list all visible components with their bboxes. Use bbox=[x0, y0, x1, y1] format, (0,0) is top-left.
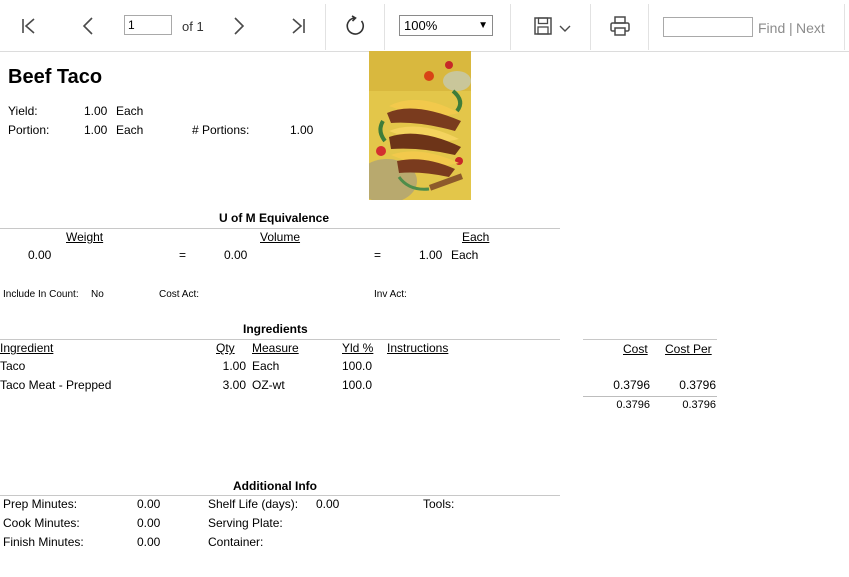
container-label: Container: bbox=[208, 535, 264, 549]
total-rule bbox=[583, 396, 717, 397]
report-toolbar: of 1 100% ▼ bbox=[0, 0, 849, 52]
page-number-input[interactable] bbox=[124, 15, 172, 35]
finish-minutes-label: Finish Minutes: bbox=[3, 535, 84, 549]
toolbar-divider bbox=[648, 4, 649, 50]
ingredient-yld: 100.0 bbox=[342, 359, 373, 373]
ingredients-section-title: Ingredients bbox=[243, 322, 308, 336]
cost-per-header: Cost Per bbox=[665, 342, 712, 356]
page-count-label: of 1 bbox=[182, 19, 204, 34]
uom-section-title: U of M Equivalence bbox=[219, 211, 330, 225]
total-cost: 0.3796 bbox=[616, 399, 650, 411]
section-rule bbox=[0, 495, 560, 496]
cost-act-label: Cost Act: bbox=[159, 289, 200, 300]
last-page-button[interactable] bbox=[285, 10, 311, 42]
previous-page-icon bbox=[82, 17, 93, 35]
toolbar-divider bbox=[590, 4, 591, 50]
save-icon bbox=[533, 17, 552, 35]
total-cost-per: 0.3796 bbox=[682, 399, 716, 411]
toolbar-divider bbox=[325, 4, 326, 50]
section-rule bbox=[583, 339, 717, 340]
refresh-button[interactable] bbox=[341, 10, 369, 42]
last-page-icon bbox=[292, 18, 305, 34]
yield-value: 1.00 bbox=[84, 104, 108, 118]
toolbar-divider bbox=[384, 4, 385, 50]
prep-minutes-label: Prep Minutes: bbox=[3, 497, 78, 511]
portion-unit: Each bbox=[116, 123, 144, 137]
ingredient-header: Ingredient bbox=[0, 341, 54, 355]
previous-page-button[interactable] bbox=[76, 10, 100, 42]
weight-header: Weight bbox=[66, 230, 104, 244]
find-input[interactable] bbox=[663, 17, 753, 37]
ingredient-qty: 3.00 bbox=[222, 378, 246, 392]
ingredient-measure: OZ-wt bbox=[252, 378, 285, 392]
cook-minutes-label: Cook Minutes: bbox=[3, 516, 80, 530]
each-value: 1.00 bbox=[419, 248, 443, 262]
print-button[interactable] bbox=[606, 10, 634, 42]
equals-sign: = bbox=[179, 248, 187, 262]
ingredient-measure: Each bbox=[252, 359, 280, 373]
first-page-icon bbox=[22, 18, 35, 34]
zoom-value: 100% bbox=[404, 18, 438, 33]
tools-label: Tools: bbox=[423, 497, 455, 511]
instructions-header: Instructions bbox=[387, 341, 449, 355]
portions-label: # Portions: bbox=[192, 123, 250, 137]
each-header: Each bbox=[462, 230, 490, 244]
cost-header: Cost bbox=[623, 342, 648, 356]
refresh-icon bbox=[346, 15, 365, 35]
portion-label: Portion: bbox=[8, 123, 50, 137]
chevron-down-icon bbox=[559, 25, 570, 32]
finish-minutes-value: 0.00 bbox=[137, 535, 161, 549]
find-link[interactable]: Find bbox=[758, 20, 785, 36]
portions-value: 1.00 bbox=[290, 123, 314, 137]
find-separator: | bbox=[789, 20, 793, 36]
shelf-life-value: 0.00 bbox=[316, 497, 340, 511]
zoom-select[interactable]: 100% ▼ bbox=[399, 15, 493, 36]
portion-value: 1.00 bbox=[84, 123, 108, 137]
volume-header: Volume bbox=[260, 230, 301, 244]
inv-act-label: Inv Act: bbox=[374, 289, 407, 300]
section-rule bbox=[0, 339, 560, 340]
next-page-icon bbox=[234, 17, 245, 35]
ingredient-qty: 1.00 bbox=[222, 359, 246, 373]
export-button[interactable] bbox=[528, 10, 576, 42]
ingredient-name: Taco Meat - Prepped bbox=[0, 378, 112, 392]
include-in-count-value: No bbox=[91, 289, 104, 300]
each-unit: Each bbox=[451, 248, 479, 262]
volume-value: 0.00 bbox=[224, 248, 248, 262]
toolbar-divider bbox=[844, 4, 845, 50]
equals-sign: = bbox=[374, 248, 382, 262]
serving-plate-label: Serving Plate: bbox=[208, 516, 283, 530]
next-page-button[interactable] bbox=[227, 10, 251, 42]
additional-info-title: Additional Info bbox=[233, 479, 317, 493]
recipe-title: Beef Taco bbox=[8, 66, 103, 88]
find-next-link[interactable]: Next bbox=[796, 20, 825, 36]
dropdown-arrow-icon: ▼ bbox=[478, 20, 488, 31]
recipe-photo bbox=[369, 51, 471, 200]
qty-header: Qty bbox=[216, 341, 235, 355]
cook-minutes-value: 0.00 bbox=[137, 516, 161, 530]
ingredient-name: Taco bbox=[0, 359, 26, 373]
ingredient-yld: 100.0 bbox=[342, 378, 373, 392]
print-icon bbox=[610, 16, 630, 36]
section-rule bbox=[0, 228, 560, 229]
prep-minutes-value: 0.00 bbox=[137, 497, 161, 511]
toolbar-divider bbox=[510, 4, 511, 50]
shelf-life-label: Shelf Life (days): bbox=[208, 497, 299, 511]
ingredient-cost-per: 0.3796 bbox=[679, 378, 716, 392]
weight-value: 0.00 bbox=[28, 248, 52, 262]
first-page-button[interactable] bbox=[16, 10, 42, 42]
include-in-count-label: Include In Count: bbox=[3, 289, 79, 300]
yield-unit: Each bbox=[116, 104, 144, 118]
yld-header: Yld % bbox=[342, 341, 374, 355]
measure-header: Measure bbox=[252, 341, 299, 355]
yield-label: Yield: bbox=[8, 104, 38, 118]
ingredient-cost: 0.3796 bbox=[613, 378, 650, 392]
